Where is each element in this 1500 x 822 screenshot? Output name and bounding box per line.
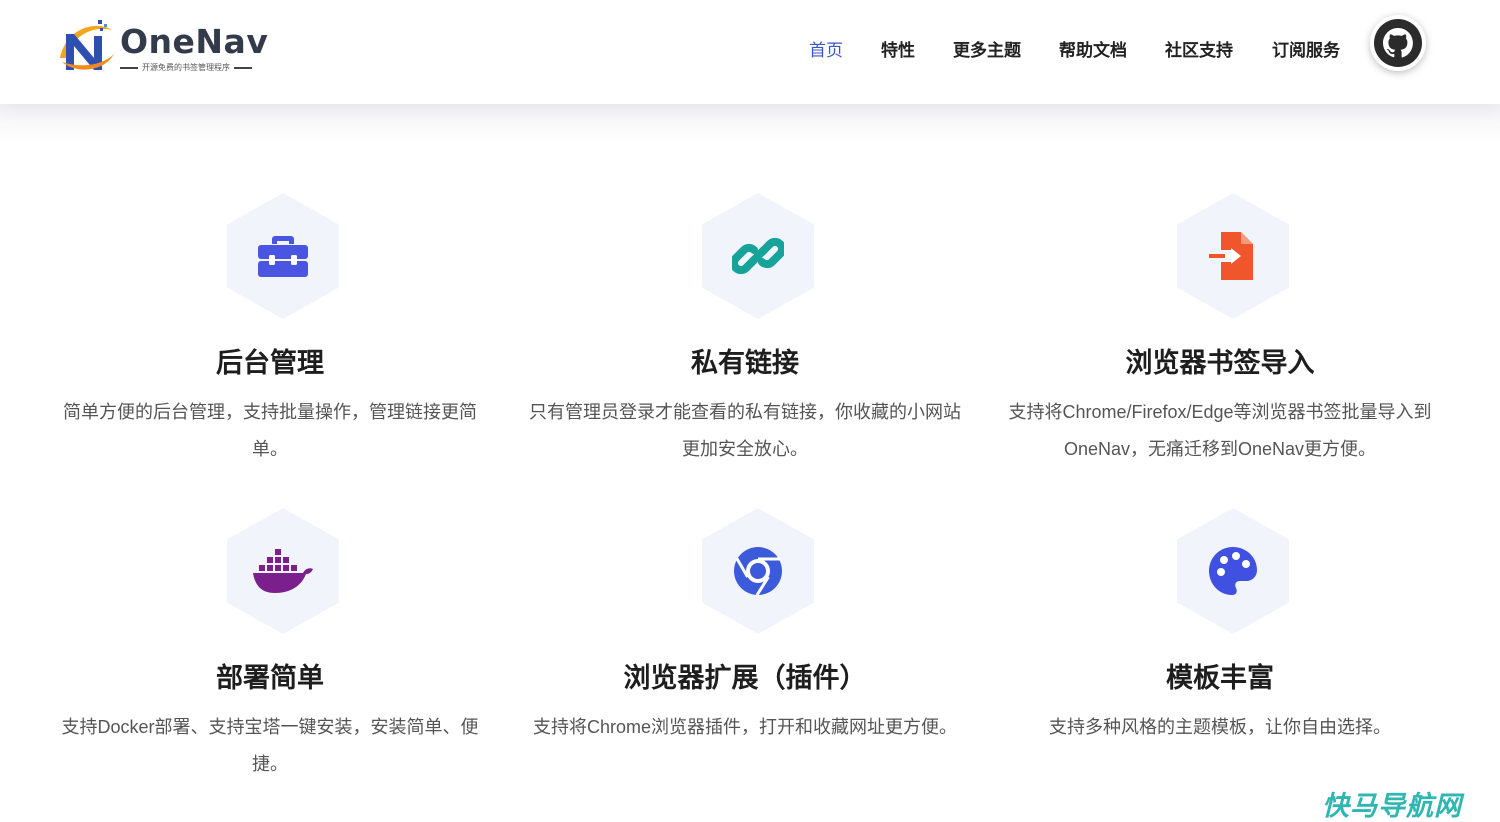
feature-icon-badge <box>702 193 814 319</box>
nav-subscription[interactable]: 订阅服务 <box>1272 36 1340 61</box>
logo-tagline-text: 开源免费的书签管理程序 <box>142 63 230 72</box>
logo-wordmark: OneNav <box>120 22 269 61</box>
site-logo[interactable]: OneNav 开源免费的书签管理程序 <box>56 18 269 78</box>
header-shadow <box>0 104 1500 144</box>
logo-tagline: 开源免费的书签管理程序 <box>120 62 252 73</box>
watermark-text: 快马导航网 <box>1322 791 1462 821</box>
feature-card-admin: 后台管理 简单方便的后台管理，支持批量操作，管理链接更简单。 <box>40 193 500 473</box>
feature-icon-badge <box>227 193 339 319</box>
feature-icon-badge <box>1177 508 1289 634</box>
github-icon <box>1383 28 1413 58</box>
site-header: OneNav 开源免费的书签管理程序 首页 特性 更多主题 帮助文档 社区支持 … <box>0 0 1500 104</box>
feature-card-private-links: 私有链接 只有管理员登录才能查看的私有链接，你收藏的小网站更加安全放心。 <box>515 193 975 473</box>
feature-title: 部署简单 <box>216 663 324 693</box>
feature-title: 浏览器扩展（插件） <box>623 663 867 693</box>
feature-icon-badge <box>702 508 814 634</box>
feature-icon-badge <box>227 508 339 634</box>
nav-community[interactable]: 社区支持 <box>1165 36 1233 61</box>
feature-title: 浏览器书签导入 <box>1125 348 1315 378</box>
file-import-icon <box>1209 232 1253 280</box>
feature-description: 支持将Chrome/Firefox/Edge等浏览器书签批量导入到OneNav，… <box>1008 402 1432 459</box>
feature-icon-badge <box>1177 193 1289 319</box>
feature-description: 简单方便的后台管理，支持批量操作，管理链接更简单。 <box>63 402 477 459</box>
feature-card-deploy: 部署简单 支持Docker部署、支持宝塔一键安装，安装简单、便捷。 <box>40 508 500 788</box>
nav-themes[interactable]: 更多主题 <box>953 36 1021 61</box>
feature-description: 只有管理员登录才能查看的私有链接，你收藏的小网站更加安全放心。 <box>529 402 961 459</box>
feature-description: 支持Docker部署、支持宝塔一键安装，安装简单、便捷。 <box>61 717 479 774</box>
link-icon <box>732 237 784 275</box>
nav-features[interactable]: 特性 <box>881 36 915 61</box>
toolbox-icon <box>258 236 308 277</box>
feature-title: 后台管理 <box>216 348 324 378</box>
feature-description: 支持多种风格的主题模板，让你自由选择。 <box>1049 717 1391 737</box>
onenav-logo-icon <box>60 20 114 70</box>
feature-card-bookmark-import: 浏览器书签导入 支持将Chrome/Firefox/Edge等浏览器书签批量导入… <box>990 193 1450 473</box>
feature-description: 支持将Chrome浏览器插件，打开和收藏网址更方便。 <box>532 717 958 737</box>
feature-title: 模板丰富 <box>1166 663 1274 693</box>
feature-card-themes: 模板丰富 支持多种风格的主题模板，让你自由选择。 <box>990 508 1450 788</box>
docker-icon <box>253 549 313 593</box>
chrome-icon <box>734 547 782 596</box>
palette-icon <box>1209 547 1257 595</box>
github-button[interactable] <box>1370 15 1426 71</box>
feature-title: 私有链接 <box>691 348 799 378</box>
feature-card-browser-extension: 浏览器扩展（插件） 支持将Chrome浏览器插件，打开和收藏网址更方便。 <box>515 508 975 788</box>
nav-home[interactable]: 首页 <box>809 36 843 61</box>
nav-docs[interactable]: 帮助文档 <box>1059 36 1127 61</box>
